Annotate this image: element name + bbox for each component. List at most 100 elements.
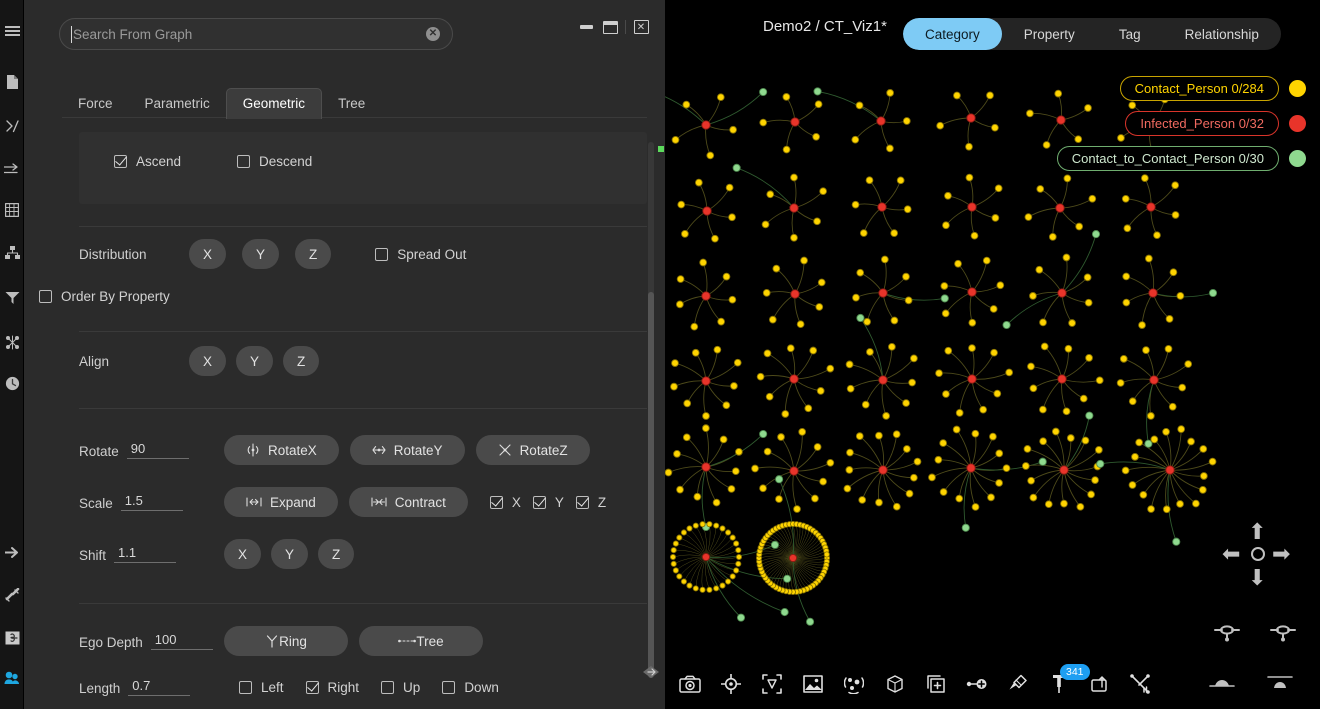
ring-button[interactable]: Ring	[224, 626, 348, 656]
image-icon[interactable]	[800, 671, 826, 697]
direction-up-checkbox[interactable]: Up	[381, 680, 420, 695]
align-y-button[interactable]: Y	[236, 346, 273, 376]
maximize-button[interactable]	[601, 18, 619, 36]
direction-left-checkbox[interactable]: Left	[239, 680, 284, 695]
clock-icon[interactable]	[0, 373, 24, 393]
nav-up-button[interactable]: ⬆	[1248, 521, 1266, 543]
code-icon[interactable]	[0, 116, 24, 136]
expand-button[interactable]: Expand	[224, 487, 338, 517]
align-x-button[interactable]: X	[189, 346, 226, 376]
nav-center-button[interactable]	[1251, 547, 1265, 561]
ascend-checkbox[interactable]: Ascend	[114, 154, 181, 169]
window-controls-divider	[625, 20, 626, 34]
menu-icon[interactable]	[0, 22, 24, 42]
spread-out-checkbox[interactable]: Spread Out	[375, 247, 466, 262]
search-clear-icon[interactable]: ✕	[426, 27, 440, 41]
distribution-order-by-property-checkbox[interactable]: Order By Property	[39, 289, 170, 304]
distribution-z-button[interactable]: Z	[295, 239, 331, 269]
graph-visualization[interactable]: Demo2 / CT_Viz1* Category Property Tag R…	[665, 0, 1320, 709]
distribution-x-button[interactable]: X	[189, 239, 226, 269]
table-icon[interactable]	[0, 200, 24, 220]
legend-dot-infected-person[interactable]	[1289, 115, 1306, 132]
shift-y-button[interactable]: Y	[271, 539, 308, 569]
tab-category[interactable]: Category	[903, 18, 1002, 50]
legend-dot-contact-to-contact[interactable]	[1289, 150, 1306, 167]
document-icon[interactable]	[0, 72, 24, 92]
shift-z-button[interactable]: Z	[318, 539, 354, 569]
scale-z-checkbox[interactable]: Z	[576, 495, 606, 510]
arrow-right-icon[interactable]	[0, 159, 24, 179]
tab-parametric[interactable]: Parametric	[129, 89, 226, 119]
add-node-icon[interactable]	[964, 671, 990, 697]
tree-button[interactable]: Tree	[359, 626, 483, 656]
ring-label: Ring	[279, 634, 307, 649]
legend-dot-contact-person[interactable]	[1289, 80, 1306, 97]
brush-icon[interactable]	[1005, 671, 1031, 697]
rotate-z-label: RotateZ	[520, 443, 568, 458]
legend-item-contact-person[interactable]: Contact_Person 0/284	[1120, 76, 1306, 101]
descend-checkbox-box	[237, 155, 250, 168]
tab-geometric[interactable]: Geometric	[226, 88, 322, 119]
nav-left-button[interactable]: ⬅	[1222, 543, 1240, 565]
minimize-button[interactable]	[577, 18, 595, 36]
scale-x-checkbox[interactable]: X	[490, 495, 521, 510]
align-z-button[interactable]: Z	[283, 346, 319, 376]
hierarchy-icon[interactable]	[0, 243, 24, 263]
rotate-right-icon[interactable]	[1270, 622, 1296, 647]
search-input[interactable]	[60, 27, 426, 42]
stamp-icon[interactable]	[1087, 671, 1113, 697]
search-bar[interactable]: ✕	[59, 18, 453, 50]
tab-force[interactable]: Force	[62, 89, 129, 119]
tab-tree[interactable]: Tree	[322, 89, 381, 119]
tab-relationship[interactable]: Relationship	[1163, 18, 1281, 50]
legend-item-infected-person[interactable]: Infected_Person 0/32	[1125, 111, 1306, 136]
ego-depth-field[interactable]: Ego Depth 100	[79, 632, 224, 650]
pin-icon[interactable]: 341	[1046, 671, 1072, 697]
scrollbar-thumb[interactable]	[648, 292, 654, 678]
length-value[interactable]: 0.7	[128, 678, 190, 696]
scale-field[interactable]: Scale 1.5	[79, 493, 224, 511]
target-icon[interactable]	[718, 671, 744, 697]
scale-value[interactable]: 1.5	[121, 493, 183, 511]
direction-right-checkbox[interactable]: Right	[306, 680, 360, 695]
shift-value[interactable]: 1.1	[114, 545, 176, 563]
graph-node-icon[interactable]	[0, 332, 24, 352]
legend-item-contact-to-contact[interactable]: Contact_to_Contact_Person 0/30	[1057, 146, 1306, 171]
arrow-forward-icon[interactable]	[0, 542, 24, 562]
tab-tag[interactable]: Tag	[1097, 18, 1163, 50]
shift-field[interactable]: Shift 1.1	[79, 545, 224, 563]
panel-resize-grip[interactable]	[641, 662, 661, 682]
panel-scrollbar[interactable]	[648, 142, 654, 678]
close-button[interactable]: ✕	[632, 18, 650, 36]
contract-button[interactable]: Contract	[349, 487, 468, 517]
duplicate-add-icon[interactable]	[923, 671, 949, 697]
length-field[interactable]: Length 0.7	[79, 678, 239, 696]
rotate-left-icon[interactable]	[1214, 622, 1240, 647]
tab-property[interactable]: Property	[1002, 18, 1097, 50]
shift-x-button[interactable]: X	[224, 539, 261, 569]
descend-checkbox[interactable]: Descend	[237, 154, 312, 169]
tilt-up-icon[interactable]	[1266, 674, 1294, 695]
rotate-x-button[interactable]: RotateX	[224, 435, 339, 465]
direction-down-checkbox[interactable]: Down	[442, 680, 499, 695]
rotate-value[interactable]: 90	[127, 441, 189, 459]
key-icon[interactable]	[0, 628, 24, 648]
ego-depth-value[interactable]: 100	[151, 632, 213, 650]
rotate-z-button[interactable]: RotateZ	[476, 435, 590, 465]
broken-link-icon[interactable]	[0, 585, 24, 605]
select-box-icon[interactable]	[759, 671, 785, 697]
filter-icon[interactable]	[0, 288, 24, 308]
scale-y-checkbox[interactable]: Y	[533, 495, 564, 510]
cube-icon[interactable]	[882, 671, 908, 697]
distribution-y-button[interactable]: Y	[242, 239, 279, 269]
nav-right-button[interactable]: ➡	[1272, 543, 1290, 565]
rotate-field[interactable]: Rotate 90	[79, 441, 224, 459]
rotate-y-button[interactable]: RotateY	[350, 435, 465, 465]
tilt-down-icon[interactable]	[1208, 674, 1236, 695]
cut-edge-icon[interactable]	[1128, 671, 1154, 697]
people-icon[interactable]	[0, 668, 24, 688]
ring-icon	[265, 634, 279, 648]
camera-icon[interactable]	[677, 671, 703, 697]
nav-down-button[interactable]: ⬇	[1248, 567, 1266, 589]
cluster-icon[interactable]	[841, 671, 867, 697]
